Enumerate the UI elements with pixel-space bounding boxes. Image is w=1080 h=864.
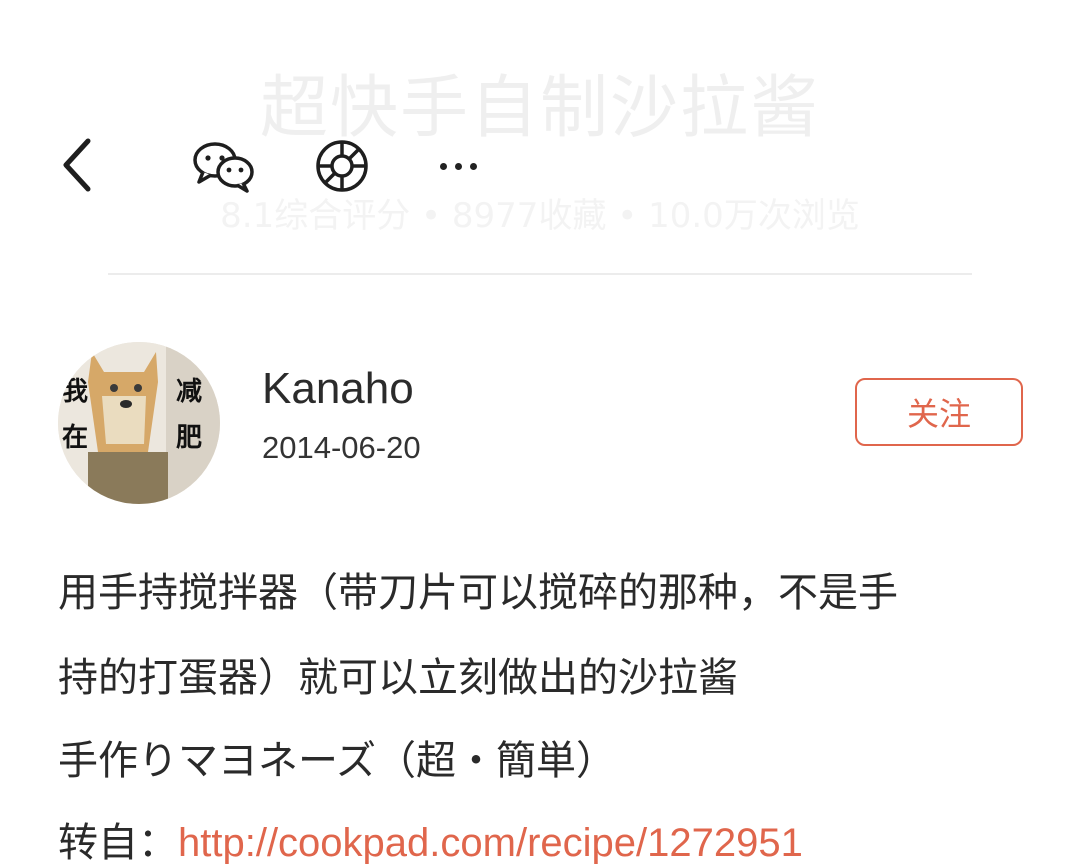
header-divider <box>108 273 972 275</box>
avatar-char-2: 在 <box>62 423 88 453</box>
wechat-icon <box>193 142 254 193</box>
author-avatar[interactable]: 我 在 减 肥 <box>58 342 220 504</box>
description-line: 用手持搅拌器（带刀片可以搅碎的那种，不是手 <box>58 570 898 616</box>
more-icon <box>436 155 481 174</box>
share-moments-button[interactable] <box>310 134 374 198</box>
more-button[interactable] <box>430 146 486 182</box>
moments-icon <box>316 140 368 192</box>
description-line: 持的打蛋器）就可以立刻做出的沙拉酱 <box>58 655 738 701</box>
recipe-title: 超快手自制沙拉酱 <box>259 69 820 148</box>
source-prefix: 转自： <box>58 820 178 864</box>
source-link[interactable]: http://cookpad.com/recipe/1272951 <box>178 821 803 864</box>
recipe-page: 超快手自制沙拉酱 8.1综合评分 • 8977收藏 • 10.0万次浏览 我 在… <box>0 0 1080 864</box>
author-name[interactable]: Kanaho <box>262 364 414 414</box>
back-button[interactable] <box>48 130 104 200</box>
source-line: 转自：http://cookpad.com/recipe/1272951 <box>58 810 803 864</box>
recipe-stats: 8.1综合评分 • 8977收藏 • 10.0万次浏览 <box>220 196 860 236</box>
chevron-left-icon <box>63 138 91 192</box>
follow-button[interactable]: 关注 <box>855 378 1023 446</box>
share-wechat-button[interactable] <box>188 136 260 196</box>
publish-date: 2014-06-20 <box>262 430 421 465</box>
avatar-char-1: 我 <box>62 377 88 407</box>
avatar-char-4: 肥 <box>176 423 202 453</box>
description-line: 手作りマヨネーズ（超・簡単） <box>58 738 616 784</box>
avatar-char-3: 减 <box>176 377 202 407</box>
avatar-image: 我 在 减 肥 <box>58 342 220 504</box>
